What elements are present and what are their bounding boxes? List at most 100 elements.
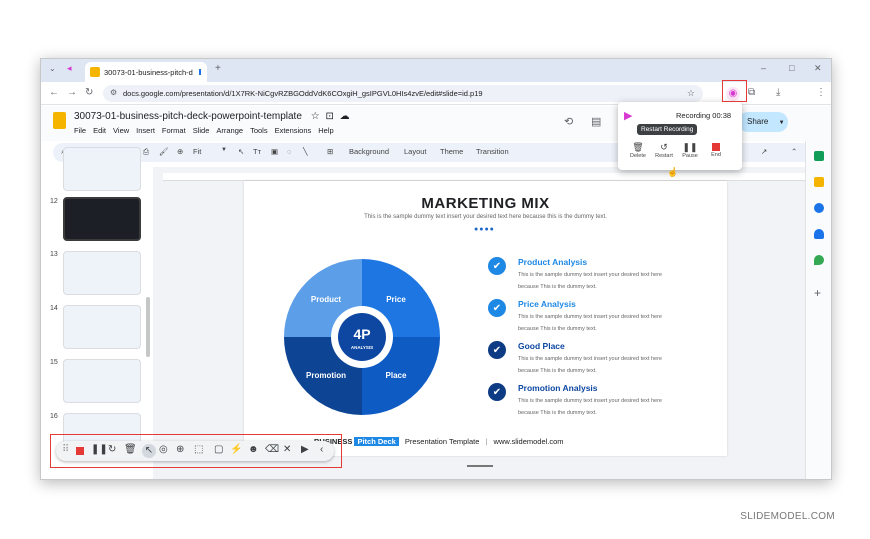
- restart-label: Restart: [655, 153, 673, 159]
- chevron-down-icon[interactable]: ⌄: [49, 65, 56, 73]
- menu-item-file[interactable]: File: [74, 126, 86, 135]
- pause-icon[interactable]: ❚❚: [91, 445, 108, 455]
- item-text: This is the sample dummy text insert you…: [518, 353, 662, 377]
- collapse-icon[interactable]: ‹: [320, 445, 323, 455]
- thumbnail-13[interactable]: [63, 251, 141, 295]
- restart-tooltip: Restart Recording: [637, 124, 698, 135]
- magic-wand-icon[interactable]: ⚡: [230, 445, 242, 455]
- download-icon[interactable]: ⤓: [776, 88, 780, 98]
- restart-icon[interactable]: ↻: [108, 445, 116, 455]
- item-text-line: This is the sample dummy text insert you…: [518, 356, 662, 362]
- stop-recording-icon[interactable]: [76, 447, 84, 455]
- close-window-icon[interactable]: ✕: [814, 64, 822, 73]
- document-title[interactable]: 30073-01-business-pitch-deck-powerpoint-…: [74, 111, 350, 122]
- slides-logo-icon[interactable]: [53, 112, 66, 129]
- zoom-dropdown-icon[interactable]: ▼: [221, 147, 227, 153]
- back-icon[interactable]: ←: [49, 88, 59, 98]
- side-panel: +: [805, 141, 831, 479]
- extensions-icon[interactable]: ⧉: [748, 88, 755, 98]
- more-menu-icon[interactable]: ⋮: [816, 88, 826, 98]
- transition-button[interactable]: Transition: [476, 147, 509, 156]
- list-item: ✔ Price Analysis This is the sample dumm…: [488, 299, 718, 337]
- forward-icon[interactable]: →: [67, 88, 77, 98]
- menu-item-edit[interactable]: Edit: [93, 126, 106, 135]
- contacts-icon[interactable]: [814, 229, 824, 239]
- image-icon[interactable]: ▣: [271, 147, 278, 156]
- screen-share-icon: [198, 69, 201, 75]
- zoom-in-icon[interactable]: ⊕: [176, 445, 184, 455]
- theme-button[interactable]: Theme: [440, 147, 463, 156]
- thumbnail-12[interactable]: [63, 197, 141, 241]
- history-icon[interactable]: ⟲: [564, 117, 573, 128]
- pen-tool-icon[interactable]: ↗: [761, 147, 767, 156]
- thumbnail-14[interactable]: [63, 305, 141, 349]
- restart-recording-button[interactable]: ↺ Restart: [652, 142, 676, 159]
- menu-item-tools[interactable]: Tools: [250, 126, 268, 135]
- menu-item-format[interactable]: Format: [162, 126, 186, 135]
- recorder-floating-toolbar: ⠿ ❚❚ ↻ 🗑 ↖ ◎ ⊕ ⬚ ▢ ⚡ ☻ ⌫ ✕ ▶ ‹: [56, 441, 334, 461]
- menu-item-extensions[interactable]: Extensions: [275, 126, 312, 135]
- url-field[interactable]: ⚙ docs.google.com/presentation/d/1X7RK-N…: [103, 85, 703, 102]
- pause-recording-button[interactable]: ❚❚ Pause: [678, 142, 702, 159]
- item-text-line: This is the sample dummy text insert you…: [518, 272, 662, 278]
- magic-select-icon[interactable]: ⬚: [194, 445, 203, 455]
- share-dropdown-icon[interactable]: ▼: [779, 120, 785, 126]
- camera-icon[interactable]: ▶: [301, 445, 309, 455]
- paint-format-icon[interactable]: 🖌: [159, 147, 169, 156]
- comments-icon[interactable]: ▤: [591, 117, 601, 128]
- speaker-notes-handle[interactable]: [467, 465, 493, 467]
- menu-item-arrange[interactable]: Arrange: [216, 126, 243, 135]
- cursor-tool-icon[interactable]: ↖: [142, 444, 156, 458]
- line-icon[interactable]: ╲: [303, 147, 308, 156]
- spotlight-icon[interactable]: ◎: [159, 445, 168, 455]
- move-folder-icon[interactable]: ⊡: [325, 111, 333, 122]
- comment-add-icon[interactable]: ⊞: [327, 147, 333, 156]
- collapse-toolbar-icon[interactable]: ⌃: [791, 147, 797, 156]
- wheel-center-label: 4P: [353, 326, 370, 342]
- print-icon[interactable]: ⎙: [143, 147, 149, 157]
- layout-button[interactable]: Layout: [404, 147, 427, 156]
- drag-handle-icon[interactable]: ⠿: [62, 445, 69, 455]
- keep-icon[interactable]: [814, 177, 824, 187]
- item-text: This is the sample dummy text insert you…: [518, 311, 662, 335]
- maps-icon[interactable]: [814, 255, 824, 265]
- menu-item-insert[interactable]: Insert: [136, 126, 155, 135]
- menu-item-help[interactable]: Help: [318, 126, 333, 135]
- site-settings-icon[interactable]: ⚙: [110, 89, 117, 97]
- ruler: [163, 173, 813, 181]
- eraser-icon[interactable]: ⌫: [265, 445, 279, 455]
- text-box-icon[interactable]: Tт: [253, 147, 261, 156]
- bookmark-star-icon[interactable]: ☆: [687, 89, 695, 98]
- delete-recording-button[interactable]: 🗑 Delete: [626, 142, 650, 159]
- share-label: Share: [747, 117, 769, 126]
- slide[interactable]: MARKETING MIX This is the sample dummy t…: [244, 181, 727, 456]
- share-button[interactable]: Share ▼: [738, 112, 788, 132]
- emoji-icon[interactable]: ☻: [248, 445, 259, 455]
- star-icon[interactable]: ☆: [311, 111, 320, 122]
- add-addon-icon[interactable]: +: [814, 287, 821, 299]
- thumbnail-15[interactable]: [63, 359, 141, 403]
- select-cursor-icon[interactable]: ↖: [238, 147, 244, 156]
- crop-region-icon[interactable]: ▢: [214, 445, 223, 455]
- delete-icon[interactable]: 🗑: [124, 445, 137, 455]
- thumbnail-11[interactable]: [63, 147, 141, 191]
- new-tab-button[interactable]: +: [215, 64, 221, 74]
- tasks-icon[interactable]: [814, 203, 824, 213]
- zoom-select[interactable]: Fit: [193, 147, 201, 156]
- reload-icon[interactable]: ↻: [85, 88, 93, 98]
- sheets-icon[interactable]: [814, 151, 824, 161]
- background-button[interactable]: Background: [349, 147, 389, 156]
- tab-active[interactable]: 30073-01-business-pitch-d ✕: [85, 62, 207, 82]
- thumbnails-scrollbar[interactable]: [146, 297, 150, 357]
- minimize-icon[interactable]: –: [761, 64, 766, 73]
- menu-item-view[interactable]: View: [113, 126, 129, 135]
- menu-item-slide[interactable]: Slide: [193, 126, 210, 135]
- footer-template: Presentation Template: [404, 437, 480, 446]
- recorder-extension-icon[interactable]: ◂: [67, 64, 72, 73]
- slides-favicon-icon: [90, 67, 100, 77]
- zoom-icon[interactable]: ⊕: [177, 147, 183, 156]
- mute-icon[interactable]: ✕: [283, 445, 291, 455]
- maximize-icon[interactable]: □: [789, 64, 794, 73]
- end-recording-button[interactable]: End: [704, 142, 728, 158]
- shape-icon[interactable]: ◌: [287, 147, 291, 156]
